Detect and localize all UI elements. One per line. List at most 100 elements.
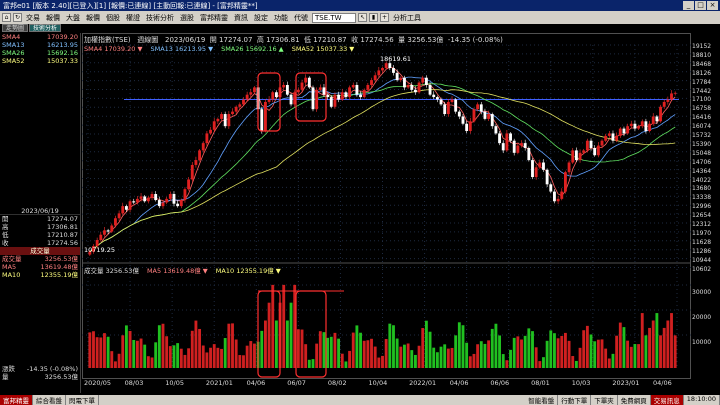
candle-body [578, 152, 582, 161]
volume-bar [296, 329, 300, 368]
volume-bar [417, 345, 421, 368]
price-tick: 15390 [692, 140, 712, 148]
maximize-button[interactable]: □ [695, 1, 706, 10]
candle-body [253, 87, 256, 93]
status-order-folder[interactable]: 下單夾 [591, 395, 618, 405]
candle-body [359, 94, 362, 98]
volume-bar [311, 359, 315, 368]
candle-body [150, 194, 154, 198]
x-axis-label: 04/06 [450, 379, 469, 387]
volume-bar [578, 347, 582, 368]
volume-bar [553, 333, 556, 368]
tab-technical[interactable]: 技術分析 [29, 24, 62, 32]
high-label: 高 [256, 36, 264, 44]
tab-realtime[interactable]: 走勢圖 [2, 24, 29, 32]
volume-bar [629, 346, 633, 368]
price-tick: 16074 [692, 123, 712, 131]
status-trade-msg[interactable]: 交易訊息 [650, 395, 684, 405]
candle-body [640, 121, 644, 127]
volume-bar [567, 340, 571, 368]
close-button[interactable]: × [707, 1, 718, 10]
volume-bar [644, 335, 648, 368]
menu-item[interactable]: 交易 [24, 13, 42, 23]
menu-item[interactable]: 個股 [104, 13, 122, 23]
x-axis-label: 10/04 [369, 379, 388, 387]
x-axis-label: 08/01 [531, 379, 550, 387]
menu-item[interactable]: 功能 [272, 13, 290, 23]
price-tick: 10944 [692, 256, 712, 264]
left-info-panel: SMA4 17039.20 SMA13 16213.95 SMA26 15692.16 SM… [0, 33, 81, 393]
menu-item[interactable]: 資訊 [232, 13, 250, 23]
volume-bar [373, 346, 377, 368]
menu-item[interactable]: 報價 [84, 13, 102, 23]
volume-legend: 成交量 3256.53億 MA5 13619.48億 ▼ MA10 12355.19… [84, 265, 289, 275]
menu-item[interactable]: 代號 [292, 13, 310, 23]
analysis-tools-menu[interactable]: 分析工具 [391, 13, 423, 23]
menu-item[interactable]: 設定 [252, 13, 270, 23]
volume-bar [318, 331, 322, 368]
x-axis-label: 04/06 [247, 379, 266, 387]
price-tick: 16416 [692, 114, 712, 122]
crosshair-icon[interactable]: + [380, 13, 389, 22]
menu-item[interactable]: 報價 [44, 13, 62, 23]
candle-body [187, 179, 191, 190]
candle-body [615, 135, 619, 141]
status-smart-view[interactable]: 智能看盤 [525, 395, 559, 405]
candle-body [209, 129, 212, 134]
price-tick: 11628 [692, 238, 712, 246]
menu-item[interactable]: 技術分析 [144, 13, 176, 23]
candle-body [428, 84, 432, 95]
legend-entry: SMA13 16213.95 ▼ [150, 45, 214, 53]
candle-body [520, 143, 523, 146]
volume-bar [589, 334, 593, 368]
ticker-input[interactable]: TSE.TW [312, 12, 356, 23]
minimize-button[interactable]: _ [683, 1, 694, 10]
volume-bar [392, 325, 395, 368]
info-value: 17274.56 [46, 239, 78, 247]
home-icon[interactable]: ⌂ [2, 13, 11, 22]
volume-bar [454, 335, 458, 368]
price-tick: 12312 [692, 221, 712, 228]
cursor-icon[interactable]: ↖ [358, 13, 367, 22]
status-mobile-order[interactable]: 行動下單 [558, 395, 592, 405]
menu-item[interactable]: 富邦精靈 [198, 13, 230, 23]
volume-bar [362, 340, 366, 368]
volume-bar [604, 348, 608, 368]
candle-body [479, 104, 483, 112]
price-tick: 10602 [692, 265, 712, 273]
candle-body [538, 162, 542, 168]
candle-body [99, 234, 103, 241]
candle-body [249, 92, 253, 95]
status-free-web[interactable]: 免費網頁 [618, 395, 651, 405]
candle-body [509, 133, 512, 141]
refresh-icon[interactable]: ↻ [13, 13, 22, 22]
menu-item[interactable]: 大盤 [64, 13, 82, 23]
status-fubon-genie[interactable]: 富邦精靈 [0, 395, 33, 405]
volume-bar [190, 330, 194, 368]
price-chart[interactable]: 18619.61 10719.25 2020/05 08/03 10/05 2021/01… [82, 33, 691, 393]
status-overview[interactable]: 綜合看盤 [33, 395, 66, 405]
volume-bar [150, 357, 154, 368]
volume-bar [585, 325, 589, 368]
info-label: SMA4 [2, 33, 21, 41]
menu-item[interactable]: 權證 [124, 13, 142, 23]
candle-body [435, 97, 439, 100]
info-label: 收 [2, 239, 9, 247]
chart-icon[interactable]: ▮ [369, 13, 378, 22]
status-flash-order[interactable]: 閃電下單 [66, 395, 99, 405]
volume-bar [194, 320, 198, 368]
volume-bar [574, 360, 578, 368]
candle-body [205, 133, 209, 144]
menu-item[interactable]: 選股 [178, 13, 196, 23]
volume-bar [490, 328, 494, 368]
volume-bar [132, 339, 136, 368]
info-row: MA5 13619.48億 [0, 263, 80, 271]
volume-bar [351, 332, 355, 368]
candle-body [560, 191, 564, 199]
volume-bar [285, 320, 289, 368]
volume-bar [607, 358, 611, 368]
candle-body [545, 169, 549, 185]
candle-body [344, 92, 348, 98]
volume-bar [212, 344, 216, 368]
candle-body [296, 89, 300, 93]
